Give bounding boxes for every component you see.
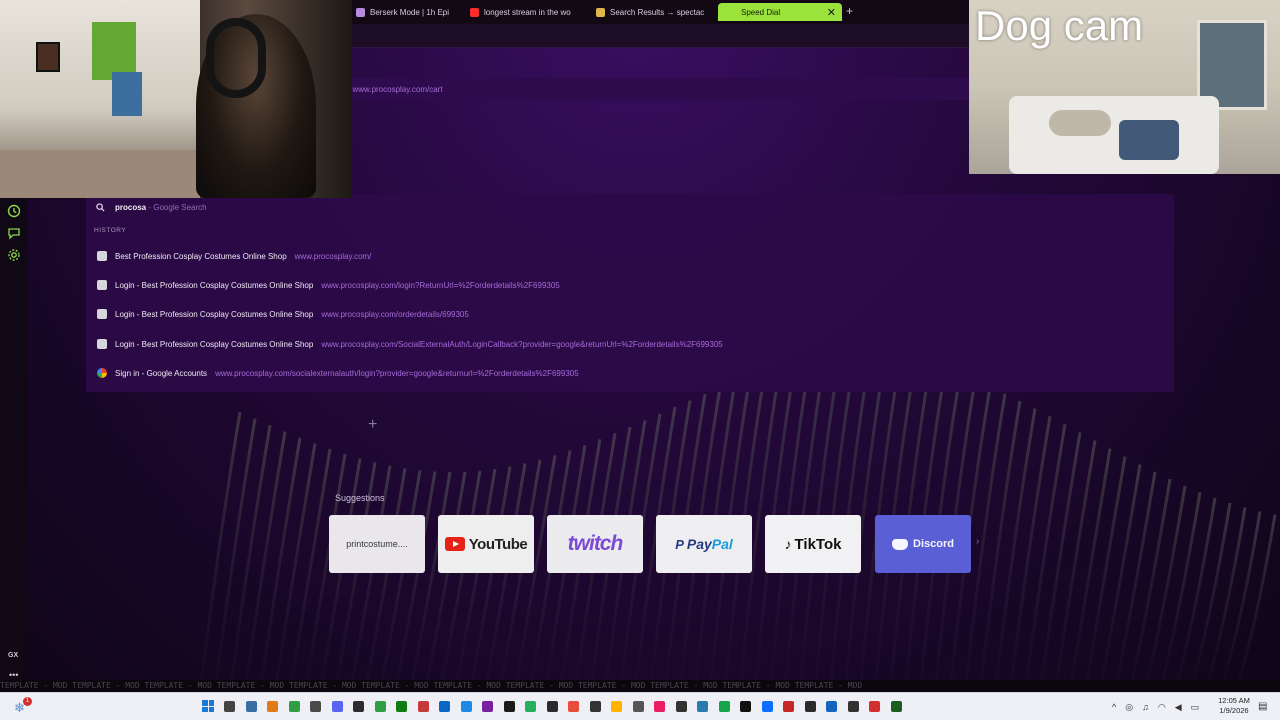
taskbar-app-icon[interactable] <box>804 701 816 712</box>
streamer-webcam <box>0 0 352 198</box>
taskbar-app-icon[interactable] <box>869 701 880 712</box>
site-favicon-icon <box>596 7 605 17</box>
taskbar-app-icon[interactable] <box>847 701 859 712</box>
taskbar-app-icon[interactable] <box>697 701 708 712</box>
system-tray: ^ ◎ ♫ ◠ ◀ ▭ <box>1112 700 1199 714</box>
chat-icon[interactable] <box>7 226 21 240</box>
taskbar-app-icon[interactable] <box>224 701 235 712</box>
youtube-favicon-icon <box>470 7 479 17</box>
taskbar-app-icon[interactable] <box>632 701 644 712</box>
speed-dial-printcostume[interactable]: printcostume.... <box>329 515 425 573</box>
taskbar-app-icon[interactable] <box>310 701 321 712</box>
taskbar-app-icon[interactable] <box>654 701 665 712</box>
speed-dial-twitch[interactable]: twitch <box>547 515 643 573</box>
typed-query: procosa <box>115 202 147 212</box>
page-favicon-icon <box>97 339 107 349</box>
taskbar-app-icon[interactable] <box>396 701 407 712</box>
page-favicon-icon <box>97 280 107 290</box>
paypal-logo-icon: P <box>675 536 684 552</box>
taskbar-app-icon[interactable] <box>568 701 579 712</box>
page-favicon-icon <box>97 309 107 319</box>
tab-search-results[interactable]: Search Results → spectac <box>590 3 710 21</box>
suggestions-heading: Suggestions <box>335 493 385 503</box>
wifi-icon[interactable]: ◠ <box>1158 702 1166 713</box>
taskbar-app-icon[interactable] <box>783 701 794 712</box>
taskbar-app-icon[interactable] <box>245 701 257 712</box>
weather-widget-icon[interactable]: ❄ 1 <box>14 697 32 715</box>
history-item[interactable]: Login - Best Profession Cosplay Costumes… <box>97 337 723 351</box>
taskbar-app-icon[interactable] <box>353 701 364 712</box>
history-item[interactable]: Login - Best Profession Cosplay Costumes… <box>97 278 560 292</box>
taskbar-app-icon[interactable] <box>503 701 515 712</box>
volume-icon[interactable]: ◀ <box>1175 702 1182 713</box>
gx-corner-label[interactable]: GX <box>8 652 18 659</box>
taskbar-clock[interactable]: 12:05 AM 1/9/2026 <box>1214 696 1254 716</box>
taskbar-app-icon[interactable] <box>611 701 622 712</box>
mod-template-marquee: TEMPLATE - MOD TEMPLATE - MOD TEMPLATE -… <box>0 680 1280 692</box>
taskbar-app-icon[interactable] <box>589 701 601 712</box>
notification-center-icon[interactable]: ▤ <box>1258 701 1267 712</box>
search-icon <box>96 202 105 212</box>
microphone-icon[interactable]: ♫ <box>1142 702 1149 712</box>
address-suggestions-dropdown: procosa - Google Search HISTORY Best Pro… <box>86 194 1174 392</box>
notification-badge: 1 <box>23 697 32 706</box>
history-heading: HISTORY <box>94 227 127 234</box>
taskbar-app-icon[interactable] <box>718 701 730 712</box>
add-speed-dial-icon[interactable]: + <box>368 416 377 434</box>
taskbar-app-icon[interactable] <box>740 701 751 712</box>
tab-longest-stream[interactable]: longest stream in the wo <box>464 3 582 21</box>
youtube-logo-icon <box>444 537 465 551</box>
speed-dial-tiktok[interactable]: ♪ TikTok <box>765 515 861 573</box>
taskbar-app-icon[interactable] <box>288 701 300 712</box>
wave-line <box>1098 464 1142 692</box>
speed-dial-youtube[interactable]: YouTube <box>438 515 534 573</box>
speed-dial-discord[interactable]: Discord <box>875 515 971 573</box>
search-suggestion-row[interactable]: procosa - Google Search <box>96 200 207 214</box>
taskbar-app-icon[interactable] <box>439 701 450 712</box>
tab-label: Search Results → spectac <box>610 7 705 17</box>
tab-berserk-mode[interactable]: Berserk Mode | 1h Epi <box>350 3 458 21</box>
taskbar-app-icon[interactable] <box>460 701 472 712</box>
taskbar-app-icon[interactable] <box>826 701 837 712</box>
tiktok-logo-icon: ♪ <box>784 536 792 552</box>
taskbar-app-icon[interactable] <box>890 701 902 712</box>
windows-taskbar: ❄ 1 ^ ◎ ♫ ◠ ◀ ▭ 12:05 AM 1/9/2026 ▤ <box>0 692 1280 720</box>
discord-logo-icon <box>892 538 909 550</box>
speaker-icon <box>356 7 365 17</box>
taskbar-app-icon[interactable] <box>675 701 687 712</box>
taskbar-app-icon[interactable] <box>267 701 278 712</box>
tab-label: Speed Dial <box>741 7 781 17</box>
tab-label: longest stream in the wo <box>484 7 571 17</box>
address-suggestion-cart[interactable]: p www.procosplay.com/cart <box>340 78 970 100</box>
close-tab-icon[interactable]: ✕ <box>827 6 836 19</box>
taskbar-app-icon[interactable] <box>525 701 536 712</box>
taskbar-app-icon[interactable] <box>374 701 386 712</box>
taskbar-app-icon[interactable] <box>417 701 429 712</box>
history-item[interactable]: Best Profession Cosplay Costumes Online … <box>97 249 371 263</box>
history-icon[interactable] <box>7 204 21 218</box>
history-item[interactable]: Sign in - Google Accounts www.procosplay… <box>97 366 579 380</box>
taskbar-app-icon[interactable] <box>331 701 343 712</box>
page-favicon-icon <box>97 251 107 261</box>
google-favicon-icon <box>97 368 107 378</box>
history-item[interactable]: Login - Best Profession Cosplay Costumes… <box>97 307 469 321</box>
search-engine-hint: - Google Search <box>148 202 207 212</box>
new-tab-button[interactable]: + <box>846 4 853 18</box>
network-icon[interactable]: ◎ <box>1125 702 1133 713</box>
tab-speed-dial[interactable]: Speed Dial ✕ <box>718 3 842 21</box>
sidebar: GX ••• <box>0 196 28 692</box>
more-options-icon[interactable]: ••• <box>9 670 18 680</box>
battery-icon[interactable]: ▭ <box>1191 702 1200 713</box>
start-button[interactable] <box>202 700 214 712</box>
speed-dial-paypal[interactable]: P PayPal <box>656 515 752 573</box>
taskbar-app-icon[interactable] <box>761 701 773 712</box>
chevron-up-icon[interactable]: ^ <box>1112 702 1116 712</box>
speed-dial-next-arrow-icon[interactable]: › <box>976 536 979 547</box>
dog-cam-label: Dog cam <box>975 2 1144 49</box>
tab-label: Berserk Mode | 1h Epi <box>370 7 450 17</box>
taskbar-app-icon[interactable] <box>482 701 493 712</box>
taskbar-app-icon[interactable] <box>546 701 558 712</box>
settings-icon[interactable] <box>7 248 21 262</box>
